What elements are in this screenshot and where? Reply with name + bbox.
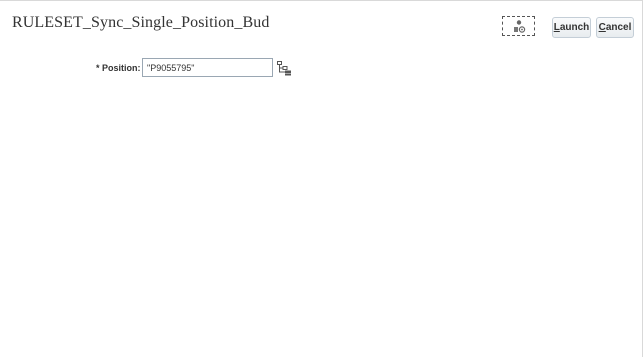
cancel-button[interactable]: Cancel	[596, 17, 634, 38]
position-input[interactable]	[142, 58, 273, 77]
member-selector-icon[interactable]	[502, 16, 535, 36]
launch-label: aunch	[559, 22, 590, 33]
cancel-label: ancel	[605, 22, 632, 33]
dialog-window: RULESET_Sync_Single_Position_Bud Launch …	[0, 0, 643, 357]
position-label: * Position:	[96, 63, 141, 73]
cancel-accesskey: C	[598, 22, 606, 33]
hierarchy-tree-icon[interactable]	[277, 61, 292, 76]
launch-button[interactable]: Launch	[552, 17, 591, 38]
page-title: RULESET_Sync_Single_Position_Bud	[12, 14, 270, 31]
